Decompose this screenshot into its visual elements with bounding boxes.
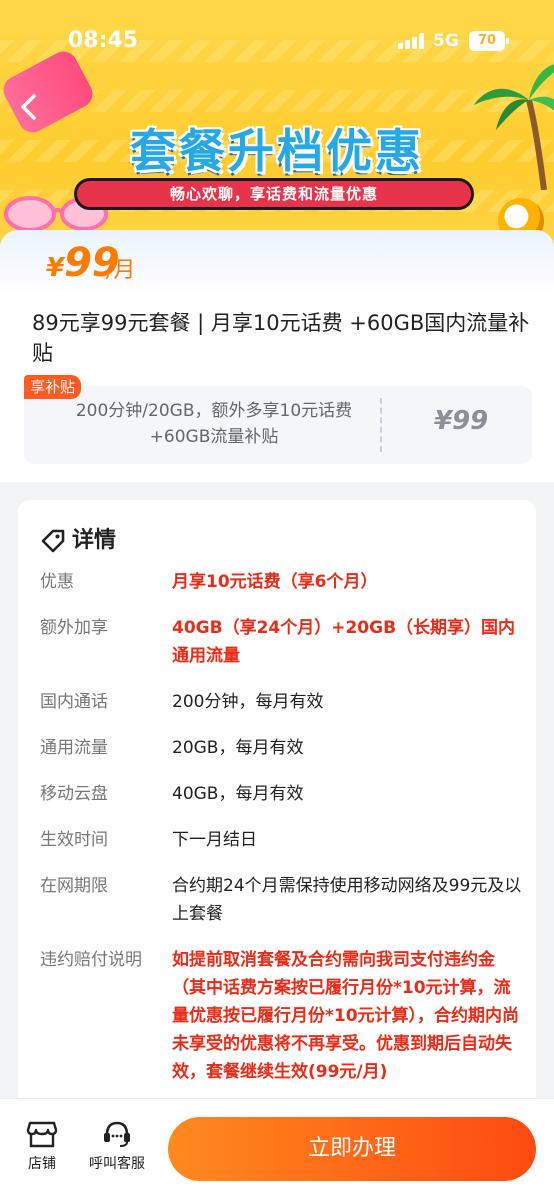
detail-value: 200分钟，每月有效 [172, 692, 324, 712]
battery-icon: 70 [469, 31, 509, 51]
detail-key: 优惠 [40, 572, 74, 592]
details-heading-label: 详情 [72, 528, 117, 553]
subsidy-text: 200分钟/20GB，额外多享10元话费 +60GB流量补贴 [75, 401, 353, 447]
detail-value: 20GB，每月有效 [172, 738, 304, 758]
detail-key: 额外加享 [40, 618, 108, 638]
status-bar: 08:45 5G 70 [0, 0, 554, 70]
store-button[interactable]: 店铺 [22, 1119, 62, 1173]
status-time: 08:45 [68, 28, 139, 53]
tag-icon [41, 529, 65, 553]
details-card: 详情 优惠 月享10元话费（享6个月） 额外加享 40GB（享24个月）+20G… [18, 500, 536, 1120]
detail-key: 生效时间 [40, 830, 108, 850]
price-currency: ¥ [46, 253, 65, 283]
detail-value: 合约期24个月需保持使用移动网络及99元及以上套餐 [172, 876, 522, 924]
detail-value: 40GB（享24个月）+20GB（长期享）国内通用流量 [172, 618, 516, 666]
detail-key: 在网期限 [40, 876, 108, 896]
subsidy-price: ¥99 [434, 406, 489, 436]
detail-key: 通用流量 [40, 738, 108, 758]
price-unit: /月 [106, 258, 136, 283]
service-label: 呼叫客服 [89, 1156, 145, 1172]
bottom-action-bar: 店铺 呼叫客服 立即办理 [0, 1098, 554, 1200]
banner-title: 套餐升档优惠 [130, 124, 424, 178]
detail-value: 如提前取消套餐及合约需向我司支付违约金（其中话费方案按已履行月份*10元计算，流… [172, 950, 520, 1082]
headset-icon [104, 1121, 130, 1147]
detail-value: 下一月结日 [172, 830, 257, 850]
apply-now-button[interactable]: 立即办理 [168, 1117, 536, 1181]
details-heading: 详情 [40, 522, 116, 554]
subsidy-tag: 享补贴 [24, 375, 82, 399]
store-label: 店铺 [28, 1156, 56, 1172]
detail-value: 40GB，每月有效 [172, 784, 304, 804]
subsidy-option[interactable]: 200分钟/20GB，额外多享10元话费 +60GB流量补贴 ¥99 [24, 386, 532, 464]
store-icon [26, 1121, 58, 1148]
plan-title: 89元享99元套餐 | 月享10元话费 +60GB国内流量补贴 [32, 311, 530, 365]
signal-icon [398, 33, 426, 49]
detail-key: 移动云盘 [40, 784, 108, 804]
network-type: 5G [433, 31, 459, 51]
detail-key: 违约赔付说明 [40, 950, 142, 970]
detail-value: 月享10元话费（享6个月） [172, 572, 378, 592]
subsidy-divider [380, 398, 382, 452]
banner-subtitle: 畅心欢聊，享话费和流量优惠 [74, 178, 474, 210]
detail-key: 国内通话 [40, 692, 108, 712]
plan-summary-card: ¥99 /月 89元享99元套餐 | 月享10元话费 +60GB国内流量补贴 2… [0, 230, 554, 482]
call-service-button[interactable]: 呼叫客服 [84, 1119, 150, 1173]
promo-banner: 08:45 5G 70 套餐升档优惠 畅心欢聊，享话费和流量优惠 [0, 0, 554, 265]
